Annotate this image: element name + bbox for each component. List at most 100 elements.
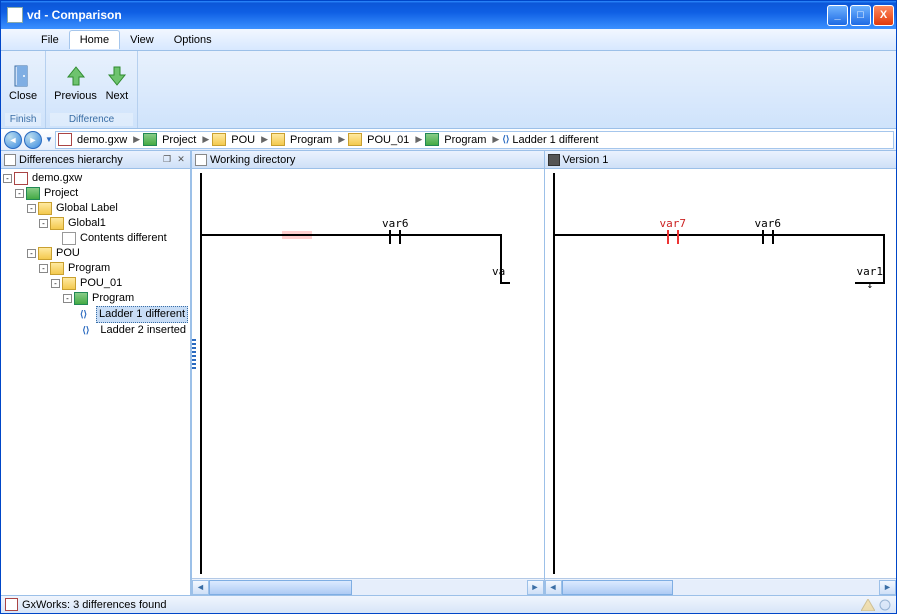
breadcrumb-item[interactable]: POU_01 [364, 134, 412, 146]
left-pane-title: Working directory [210, 154, 295, 166]
scroll-left-button[interactable]: ◄ [192, 580, 209, 595]
tree-item[interactable]: Global1 [66, 216, 108, 231]
ribbon: Close Finish Previous Next Difference [1, 51, 896, 129]
disk-icon [548, 154, 560, 166]
tree-pane-header[interactable]: Differences hierarchy ❐ ✕ [1, 151, 190, 169]
app-window: vd - Comparison _ □ X File Home View Opt… [0, 0, 897, 614]
menu-view[interactable]: View [120, 31, 164, 49]
breadcrumb-item[interactable]: Ladder 1 different [509, 134, 601, 146]
folder-icon [195, 154, 207, 166]
ladder-output: var1 ↓ [857, 265, 884, 291]
right-ladder-canvas[interactable]: var7 var6 var1 ↓ [545, 169, 897, 578]
left-ladder-canvas[interactable]: var6 va [192, 169, 544, 578]
breadcrumb-item[interactable]: Project [159, 134, 199, 146]
tree-item[interactable]: Contents different [78, 231, 169, 246]
status-text: GxWorks: 3 differences found [22, 599, 167, 611]
arrow-down-icon [105, 64, 129, 88]
ladder-contact: var6 [755, 217, 782, 244]
ladder-contact: var6 [382, 217, 409, 244]
tree-item[interactable]: POU_01 [78, 276, 124, 291]
workarea: Differences hierarchy ❐ ✕ -demo.gxw -Pro… [1, 151, 896, 595]
tree-expander[interactable]: - [27, 204, 36, 213]
tree-item[interactable]: Program [66, 261, 112, 276]
breadcrumb-item[interactable]: Program [441, 134, 489, 146]
right-hscrollbar[interactable]: ◄ ► [545, 578, 897, 595]
ladder-icon: ⟨⟩ [80, 308, 94, 321]
ladder-icon: ⟨⟩ [502, 134, 509, 145]
status-icon [5, 598, 18, 611]
maximize-button[interactable]: □ [850, 5, 871, 26]
file-icon [58, 133, 72, 146]
breadcrumb[interactable]: demo.gxw▶ Project▶ POU▶ Program▶ POU_01▶… [55, 131, 894, 149]
close-window-button[interactable]: X [873, 5, 894, 26]
titlebar[interactable]: vd - Comparison _ □ X [1, 1, 896, 29]
right-pane-header[interactable]: Version 1 [545, 151, 897, 169]
project-icon [26, 187, 40, 200]
pane-dock-button[interactable]: ❐ [161, 154, 173, 166]
folder-icon [271, 133, 285, 146]
nav-history-button[interactable]: ▼ [43, 131, 55, 149]
ribbon-group-label: Finish [5, 113, 41, 126]
ribbon-group-finish: Close Finish [1, 51, 46, 128]
statusbar: GxWorks: 3 differences found [1, 595, 896, 613]
next-button[interactable]: Next [101, 62, 133, 104]
scroll-left-button[interactable]: ◄ [545, 580, 562, 595]
right-compare-pane: Version 1 var7 var6 v [544, 151, 897, 595]
diff-marker [192, 339, 196, 369]
breadcrumb-item[interactable]: demo.gxw [74, 134, 130, 146]
tree-expander[interactable]: - [39, 219, 48, 228]
tree[interactable]: -demo.gxw -Project -Global Label -Global… [1, 169, 190, 595]
nav-back-button[interactable]: ◄ [4, 131, 22, 149]
tree-expander[interactable]: - [51, 279, 60, 288]
menu-file[interactable]: File [31, 31, 69, 49]
program-icon [74, 292, 88, 305]
ribbon-group-difference: Previous Next Difference [46, 51, 138, 128]
warning-icon [861, 599, 875, 611]
window-title: vd - Comparison [27, 8, 827, 22]
door-close-icon [11, 64, 35, 88]
left-hscrollbar[interactable]: ◄ ► [192, 578, 544, 595]
tree-expander[interactable]: - [63, 294, 72, 303]
menubar: File Home View Options [1, 29, 896, 51]
compare-area: Working directory var6 va [191, 151, 896, 595]
doc-icon [62, 232, 76, 245]
tree-expander[interactable]: - [27, 249, 36, 258]
tree-item[interactable]: POU [54, 246, 82, 261]
tree-item[interactable]: Global Label [54, 201, 120, 216]
folder-icon [348, 133, 362, 146]
ladder-icon: ⟨⟩ [82, 324, 96, 337]
tree-item[interactable]: demo.gxw [30, 171, 84, 186]
tree-pane: Differences hierarchy ❐ ✕ -demo.gxw -Pro… [1, 151, 191, 595]
tree-item[interactable]: Project [42, 186, 80, 201]
nav-fwd-button[interactable]: ► [24, 131, 42, 149]
minimize-button[interactable]: _ [827, 5, 848, 26]
folder-icon [212, 133, 226, 146]
ladder-output: va [492, 265, 505, 278]
tree-pane-title: Differences hierarchy [19, 154, 123, 166]
menu-home[interactable]: Home [69, 30, 120, 49]
info-icon [878, 599, 892, 611]
hierarchy-icon [4, 154, 16, 166]
menu-options[interactable]: Options [164, 31, 222, 49]
left-pane-header[interactable]: Working directory [192, 151, 544, 169]
scroll-right-button[interactable]: ► [527, 580, 544, 595]
pane-close-button[interactable]: ✕ [175, 154, 187, 166]
folder-icon [38, 202, 52, 215]
ribbon-group-label: Difference [50, 113, 133, 126]
breadcrumb-item[interactable]: POU [228, 134, 258, 146]
tree-expander[interactable]: - [15, 189, 24, 198]
previous-button[interactable]: Previous [50, 62, 101, 104]
scroll-right-button[interactable]: ► [879, 580, 896, 595]
close-button[interactable]: Close [5, 62, 41, 104]
left-compare-pane: Working directory var6 va [191, 151, 544, 595]
tree-item[interactable]: Program [90, 291, 136, 306]
tree-item[interactable]: Ladder 2 inserted [98, 323, 188, 338]
tree-expander[interactable]: - [3, 174, 12, 183]
breadcrumb-item[interactable]: Program [287, 134, 335, 146]
folder-icon [50, 262, 64, 275]
folder-icon [50, 217, 64, 230]
breadcrumb-bar: ◄ ► ▼ demo.gxw▶ Project▶ POU▶ Program▶ P… [1, 129, 896, 151]
right-pane-title: Version 1 [563, 154, 609, 166]
tree-item-selected[interactable]: Ladder 1 different [96, 306, 188, 323]
tree-expander[interactable]: - [39, 264, 48, 273]
